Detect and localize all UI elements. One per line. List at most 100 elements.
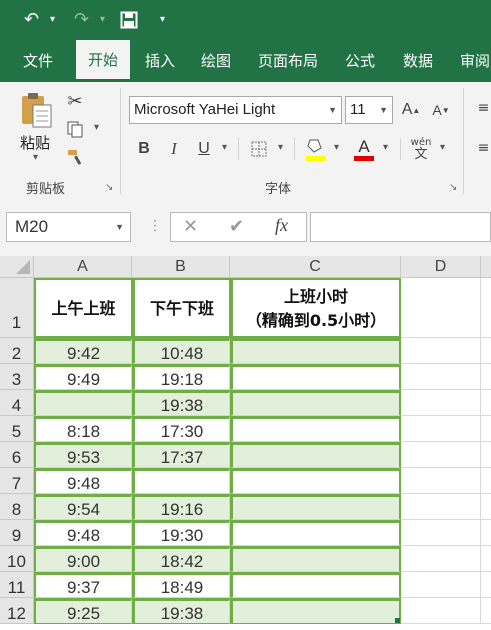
table-cell-b[interactable]: 10:48	[132, 338, 230, 364]
empty-cell[interactable]	[401, 494, 481, 520]
column-header-c[interactable]: C	[230, 256, 401, 278]
table-cell-b[interactable]: 19:30	[132, 520, 230, 546]
table-cell-c[interactable]	[230, 572, 401, 598]
empty-cell[interactable]	[481, 278, 491, 338]
empty-cell[interactable]	[401, 442, 481, 468]
row-header[interactable]: 10	[0, 546, 34, 572]
tab-draw[interactable]: 绘图	[190, 40, 242, 82]
table-cell-b[interactable]: 19:38	[132, 390, 230, 416]
empty-cell[interactable]	[481, 468, 491, 494]
table-cell-c[interactable]	[230, 442, 401, 468]
empty-cell[interactable]	[401, 520, 481, 546]
empty-cell[interactable]	[481, 364, 491, 390]
empty-cell[interactable]	[401, 278, 481, 338]
empty-cell[interactable]	[481, 598, 491, 624]
table-header-cell[interactable]: 下午下班	[132, 278, 230, 338]
table-cell-b[interactable]: 17:30	[132, 416, 230, 442]
empty-cell[interactable]	[481, 520, 491, 546]
table-cell-b[interactable]: 18:42	[132, 546, 230, 572]
clipboard-launcher-icon[interactable]: ↘	[105, 182, 113, 193]
table-cell-c[interactable]	[230, 520, 401, 546]
name-box[interactable]: M20 ▼	[6, 212, 131, 242]
table-cell-b[interactable]: 19:16	[132, 494, 230, 520]
fill-color-icon[interactable]	[304, 134, 328, 164]
decrease-font-size-icon[interactable]: A ▼	[430, 98, 452, 122]
cut-icon[interactable]: ✂	[64, 90, 86, 112]
row-header[interactable]: 9	[0, 520, 34, 546]
borders-icon[interactable]	[248, 136, 270, 162]
formula-input[interactable]	[310, 212, 491, 242]
borders-dropdown-icon[interactable]: ▾	[278, 142, 283, 153]
column-header-b[interactable]: B	[132, 256, 230, 278]
empty-cell[interactable]	[401, 390, 481, 416]
align-top-icon[interactable]: ≡	[476, 98, 491, 118]
enter-icon[interactable]: ✔	[229, 216, 244, 237]
table-cell-b[interactable]	[132, 468, 230, 494]
empty-cell[interactable]	[401, 598, 481, 624]
empty-cell[interactable]	[481, 572, 491, 598]
table-cell-a[interactable]: 9:49	[34, 364, 132, 390]
table-header-cell[interactable]: 上午上班	[34, 278, 132, 338]
copy-dropdown-icon[interactable]: ▾	[94, 122, 99, 133]
empty-cell[interactable]	[481, 416, 491, 442]
column-header-a[interactable]: A	[34, 256, 132, 278]
table-cell-a[interactable]: 9:53	[34, 442, 132, 468]
empty-cell[interactable]	[481, 338, 491, 364]
table-cell-a[interactable]: 9:37	[34, 572, 132, 598]
bold-button[interactable]: B	[133, 136, 155, 162]
row-header[interactable]: 12	[0, 598, 34, 624]
row-header[interactable]: 8	[0, 494, 34, 520]
row-header[interactable]: 6	[0, 442, 34, 468]
empty-cell[interactable]	[401, 338, 481, 364]
table-cell-c[interactable]	[230, 416, 401, 442]
table-cell-b[interactable]: 19:38	[132, 598, 230, 624]
tab-home[interactable]: 开始	[76, 40, 130, 82]
format-painter-icon[interactable]	[64, 146, 86, 168]
save-icon[interactable]	[120, 0, 138, 44]
table-cell-a[interactable]: 9:48	[34, 520, 132, 546]
font-launcher-icon[interactable]: ↘	[449, 182, 457, 193]
italic-button[interactable]: I	[163, 136, 185, 162]
font-color-icon[interactable]: A	[352, 134, 376, 164]
empty-cell[interactable]	[401, 546, 481, 572]
paste-dropdown-icon[interactable]: ▾	[33, 152, 38, 163]
fill-color-dropdown-icon[interactable]: ▾	[334, 142, 339, 153]
table-cell-b[interactable]: 19:18	[132, 364, 230, 390]
table-resize-handle[interactable]	[395, 618, 400, 623]
table-cell-b[interactable]: 17:37	[132, 442, 230, 468]
paste-label[interactable]: 粘贴	[20, 132, 50, 153]
row-header[interactable]: 2	[0, 338, 34, 364]
tab-insert[interactable]: 插入	[134, 40, 186, 82]
font-name-dropdown[interactable]: Microsoft YaHei Light ▼	[129, 96, 342, 124]
empty-cell[interactable]	[481, 390, 491, 416]
table-cell-a[interactable]: 9:25	[34, 598, 132, 624]
table-cell-a[interactable]: 9:54	[34, 494, 132, 520]
empty-cell[interactable]	[481, 494, 491, 520]
tab-formulas[interactable]: 公式	[334, 40, 386, 82]
paste-icon[interactable]	[18, 90, 54, 130]
underline-button[interactable]: U	[193, 136, 215, 162]
font-color-dropdown-icon[interactable]: ▾	[383, 142, 388, 153]
table-cell-a[interactable]: 9:42	[34, 338, 132, 364]
table-cell-c[interactable]	[230, 494, 401, 520]
phonetic-guide-icon[interactable]: wén 文	[408, 134, 434, 164]
row-header[interactable]: 11	[0, 572, 34, 598]
row-header[interactable]: 1	[0, 278, 34, 338]
increase-font-size-icon[interactable]: A ▲	[400, 98, 422, 122]
table-cell-c[interactable]	[230, 390, 401, 416]
row-header[interactable]: 5	[0, 416, 34, 442]
empty-cell[interactable]	[481, 442, 491, 468]
empty-cell[interactable]	[401, 364, 481, 390]
tab-page-layout[interactable]: 页面布局	[248, 40, 328, 82]
copy-icon[interactable]	[64, 118, 86, 140]
tab-data[interactable]: 数据	[392, 40, 444, 82]
font-size-dropdown[interactable]: 11 ▼	[345, 96, 393, 124]
table-cell-c[interactable]	[230, 338, 401, 364]
row-header[interactable]: 4	[0, 390, 34, 416]
undo-dropdown-icon[interactable]: ▾	[50, 0, 55, 40]
table-cell-a[interactable]: 8:18	[34, 416, 132, 442]
table-cell-b[interactable]: 18:49	[132, 572, 230, 598]
insert-function-icon[interactable]: fx	[275, 215, 288, 236]
phonetic-dropdown-icon[interactable]: ▾	[440, 142, 445, 153]
underline-dropdown-icon[interactable]: ▾	[222, 142, 227, 153]
